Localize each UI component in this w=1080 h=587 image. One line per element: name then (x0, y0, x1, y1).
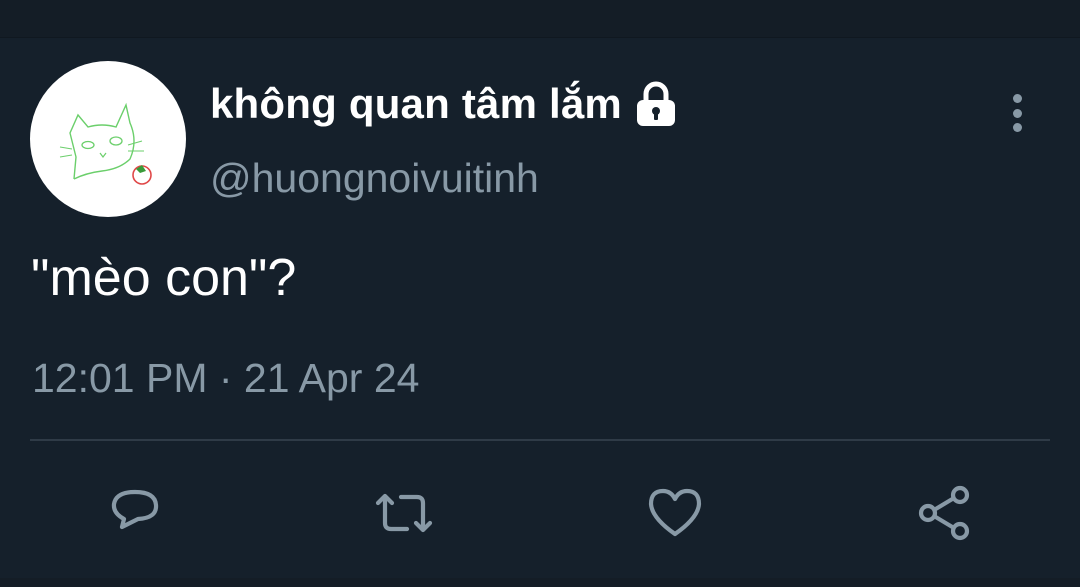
share-icon (918, 485, 970, 541)
reply-button[interactable] (102, 480, 168, 546)
like-button[interactable] (642, 480, 708, 546)
lock-icon (636, 81, 675, 126)
reply-icon (111, 489, 159, 530)
display-name[interactable]: không quan tâm lắm (210, 80, 680, 128)
menu-dot (1012, 123, 1022, 132)
share-button[interactable] (912, 480, 978, 546)
bottom-bar (0, 578, 1080, 587)
tweet-text: "mèo con"? (31, 249, 297, 307)
menu-dot (1012, 94, 1022, 103)
retweet-button[interactable] (371, 480, 437, 546)
retweet-icon (375, 493, 433, 533)
more-vertical-icon[interactable] (1000, 90, 1034, 136)
menu-dot (1012, 108, 1022, 118)
tweet-timestamp[interactable]: 12:01 PM · 21 Apr 24 (32, 355, 419, 402)
heart-icon (648, 488, 702, 537)
tweet-screen: không quan tâm lắm @huongnoivuitinh "mèo… (0, 0, 1080, 587)
top-bar (0, 0, 1080, 38)
cat-doodle-avatar-icon (59, 102, 152, 185)
avatar[interactable] (30, 61, 186, 217)
display-name-text: không quan tâm lắm (210, 80, 622, 127)
user-handle[interactable]: @huongnoivuitinh (210, 155, 539, 202)
divider (30, 439, 1050, 441)
